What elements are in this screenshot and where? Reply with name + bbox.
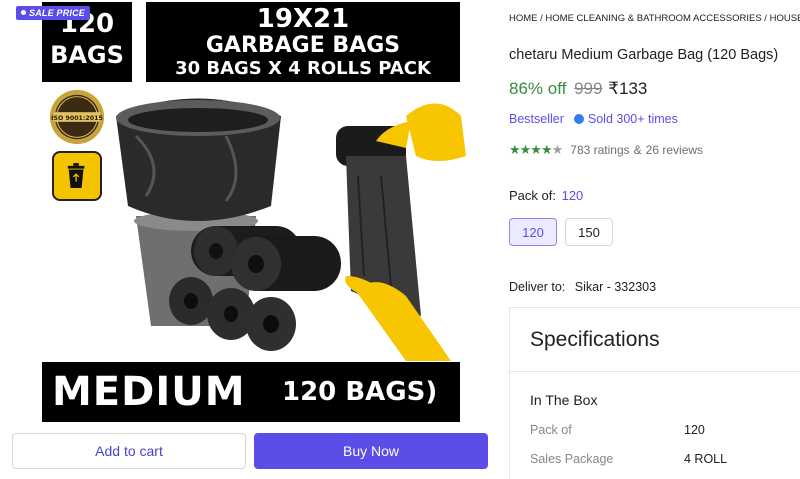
- image-count-label: 120 BAGS): [282, 377, 438, 407]
- ratings-separator: &: [633, 143, 642, 157]
- image-title-pack: 30 BAGS X 4 ROLLS PACK: [175, 58, 431, 79]
- discount-percent: 86% off: [509, 79, 567, 98]
- action-bar: Add to cart Buy Now: [0, 426, 500, 479]
- image-title-box: 19X21 GARBAGE BAGS 30 BAGS X 4 ROLLS PAC…: [146, 2, 460, 82]
- ratings-count: 783 ratings: [570, 143, 630, 157]
- spec-row: Sales Package 4 ROLL: [530, 452, 727, 466]
- product-title: chetaru Medium Garbage Bag (120 Bags): [509, 47, 779, 63]
- bag-count-unit: BAGS: [50, 41, 124, 69]
- buy-now-button[interactable]: Buy Now: [254, 433, 488, 469]
- reviews-count: 26 reviews: [645, 143, 704, 157]
- pack-option-120[interactable]: 120: [509, 218, 557, 246]
- breadcrumb[interactable]: HOME / HOME CLEANING & BATHROOM ACCESSOR…: [509, 13, 800, 24]
- pack-of-selected: 120: [561, 188, 584, 203]
- spec-key: Pack of: [530, 423, 572, 437]
- image-size-label: MEDIUM: [52, 369, 246, 415]
- image-bottom-banner: MEDIUM 120 BAGS): [42, 362, 460, 422]
- delivery-location[interactable]: Deliver to: Sikar - 332303: [509, 280, 656, 294]
- product-details-panel: HOME / HOME CLEANING & BATHROOM ACCESSOR…: [500, 0, 800, 479]
- trash-bin-icon: [52, 151, 102, 201]
- product-image-panel: SALE PRICE 120 BAGS 19X21 GARBAGE BAGS 3…: [0, 0, 500, 479]
- sale-price-badge: SALE PRICE: [16, 6, 91, 20]
- rating-row[interactable]: ★★★★★ 783 ratings & 26 reviews: [509, 142, 703, 158]
- bestseller-tag: Bestseller: [509, 112, 564, 126]
- specifications-heading: Specifications: [510, 308, 800, 372]
- star-rating-icon: ★★★★★: [509, 142, 563, 157]
- garbage-bags-photo: [116, 98, 466, 361]
- spec-key: Sales Package: [530, 452, 614, 466]
- price-row: 86% off 999 ₹133: [509, 79, 647, 99]
- product-image[interactable]: SALE PRICE 120 BAGS 19X21 GARBAGE BAGS 3…: [6, 0, 494, 426]
- deliver-to-location: Sikar - 332303: [574, 280, 657, 294]
- sold-badge-icon: [573, 114, 584, 124]
- sale-badge-label: SALE PRICE: [29, 8, 86, 18]
- pack-of-label: Pack of: 120: [509, 188, 583, 203]
- spec-row: Pack of 120: [530, 423, 705, 437]
- tags-row: Bestseller Sold 300+ times: [509, 112, 678, 126]
- sold-count-tag: Sold 300+ times: [587, 112, 678, 126]
- deliver-to-label: Deliver to:: [509, 280, 566, 294]
- image-title-name: GARBAGE BAGS: [205, 33, 401, 58]
- spec-value: 120: [684, 423, 705, 437]
- selling-price: ₹133: [608, 79, 648, 98]
- mrp-price: 999: [574, 79, 603, 98]
- spec-value: 4 ROLL: [684, 452, 728, 466]
- add-to-cart-button[interactable]: Add to cart: [12, 433, 246, 469]
- image-title-size: 19X21: [256, 4, 350, 34]
- specifications-section-title: In The Box: [530, 392, 598, 408]
- pack-option-150[interactable]: 150: [565, 218, 613, 246]
- pack-of-title: Pack of:: [509, 188, 556, 203]
- iso-text: ISO 9001:2015: [51, 115, 103, 122]
- specifications-card: Specifications In The Box Pack of 120 Sal…: [509, 307, 800, 479]
- iso-certified-icon: ISO 9001:2015: [49, 89, 105, 145]
- sale-dot-icon: [21, 10, 26, 15]
